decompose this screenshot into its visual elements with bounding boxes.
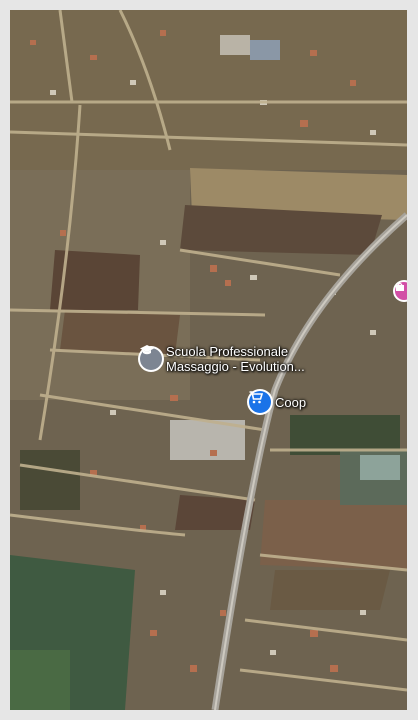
poi-school-label-line1: Scuola Professionale (166, 344, 289, 359)
screen-frame: Scuola Professionale Massaggio - Evoluti… (0, 0, 418, 720)
poi-school-label-line2: Massaggio - Evolution... (166, 359, 305, 374)
poi-edge[interactable] (395, 282, 407, 300)
shopping-bag-icon (395, 282, 407, 300)
poi-coop-label: Coop (275, 394, 307, 410)
satellite-map[interactable]: Scuola Professionale Massaggio - Evoluti… (10, 10, 407, 710)
graduation-cap-icon (140, 345, 162, 370)
poi-school[interactable]: Scuola Professionale Massaggio - Evoluti… (140, 344, 305, 374)
poi-coop[interactable]: Coop (249, 391, 306, 413)
shopping-cart-icon (249, 391, 271, 413)
